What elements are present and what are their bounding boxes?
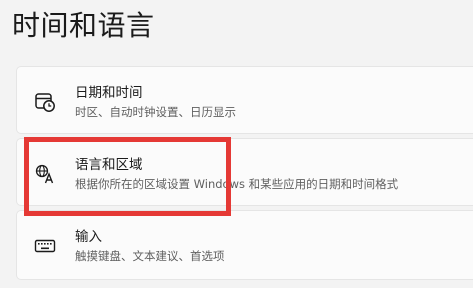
settings-item-title: 输入	[75, 229, 102, 245]
settings-item-description: 触摸键盘、文本建议、首选项	[75, 249, 225, 263]
settings-item-description: 时区、自动时钟设置、日历显示	[75, 105, 236, 119]
settings-item-description: 根据你所在的区域设置 Windows 和某些应用的日期和时间格式	[75, 177, 399, 191]
keyboard-icon	[34, 235, 56, 257]
page-title: 时间和语言	[12, 9, 155, 42]
settings-item-date-time[interactable]: 日期和时间 时区、自动时钟设置、日历显示	[16, 66, 473, 134]
language-icon	[34, 163, 56, 185]
calendar-clock-icon	[34, 91, 56, 113]
settings-item-language-region[interactable]: 语言和区域 根据你所在的区域设置 Windows 和某些应用的日期和时间格式	[16, 138, 473, 206]
settings-item-title: 语言和区域	[75, 157, 143, 173]
settings-item-typing[interactable]: 输入 触摸键盘、文本建议、首选项	[16, 210, 473, 280]
settings-item-title: 日期和时间	[75, 85, 143, 101]
